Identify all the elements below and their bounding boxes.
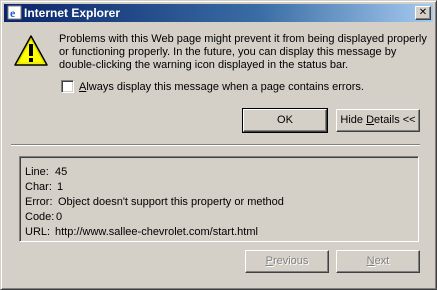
ok-button-label: OK bbox=[277, 114, 293, 126]
hide-details-label-accel: D bbox=[366, 114, 375, 126]
hide-details-button[interactable]: Hide Details << bbox=[336, 109, 420, 132]
error-label: Error: bbox=[25, 196, 53, 208]
error-details-panel: Line: 45 Char: 1 Error: Object doesn't supp… bbox=[19, 156, 419, 242]
line-label: Line: bbox=[25, 166, 49, 178]
error-value: Object doesn't support this property or … bbox=[58, 196, 284, 208]
next-label-accel: N bbox=[366, 255, 375, 267]
always-display-checkbox-label[interactable]: Always display this message when a page … bbox=[79, 80, 364, 94]
error-dialog-window: e Internet Explorer ✕ Problems with this… bbox=[0, 0, 437, 290]
hide-details-label-post: etails << bbox=[374, 114, 416, 126]
warning-icon bbox=[14, 35, 48, 66]
error-message: Problems with this Web page might preven… bbox=[59, 33, 427, 71]
code-label: Code: bbox=[25, 211, 55, 223]
detail-line-row: Line: 45 bbox=[25, 165, 67, 179]
next-button[interactable]: Next bbox=[336, 250, 420, 273]
checkbox-label-rest: lways display this message when a page c… bbox=[86, 81, 364, 93]
url-value: http://www.sallee-chevrolet.com/start.ht… bbox=[55, 226, 258, 238]
hide-details-label-pre: Hide bbox=[340, 114, 367, 126]
close-button[interactable]: ✕ bbox=[415, 6, 431, 20]
detail-code-row: Code: 0 bbox=[25, 210, 62, 224]
detail-char-row: Char: 1 bbox=[25, 180, 63, 194]
previous-button[interactable]: Previous bbox=[245, 250, 329, 273]
always-display-checkbox[interactable] bbox=[61, 80, 74, 93]
line-value: 45 bbox=[55, 166, 68, 178]
svg-text:e: e bbox=[10, 6, 16, 20]
window-title: Internet Explorer bbox=[24, 6, 121, 20]
char-value: 1 bbox=[57, 181, 64, 193]
title-bar[interactable]: e Internet Explorer ✕ bbox=[4, 4, 433, 22]
ok-button[interactable]: OK bbox=[242, 108, 328, 133]
previous-label-rest: revious bbox=[272, 255, 309, 267]
next-label-rest: ext bbox=[374, 255, 390, 267]
previous-label-accel: P bbox=[265, 255, 273, 267]
internet-explorer-icon: e bbox=[7, 5, 22, 20]
detail-error-row: Error: Object doesn't support this proper… bbox=[25, 195, 284, 209]
char-label: Char: bbox=[25, 181, 52, 193]
separator-line bbox=[11, 144, 420, 146]
close-icon: ✕ bbox=[418, 7, 428, 18]
code-value: 0 bbox=[56, 211, 63, 223]
url-label: URL: bbox=[25, 226, 51, 238]
detail-url-row: URL: http://www.sallee-chevrolet.com/star… bbox=[25, 225, 258, 239]
